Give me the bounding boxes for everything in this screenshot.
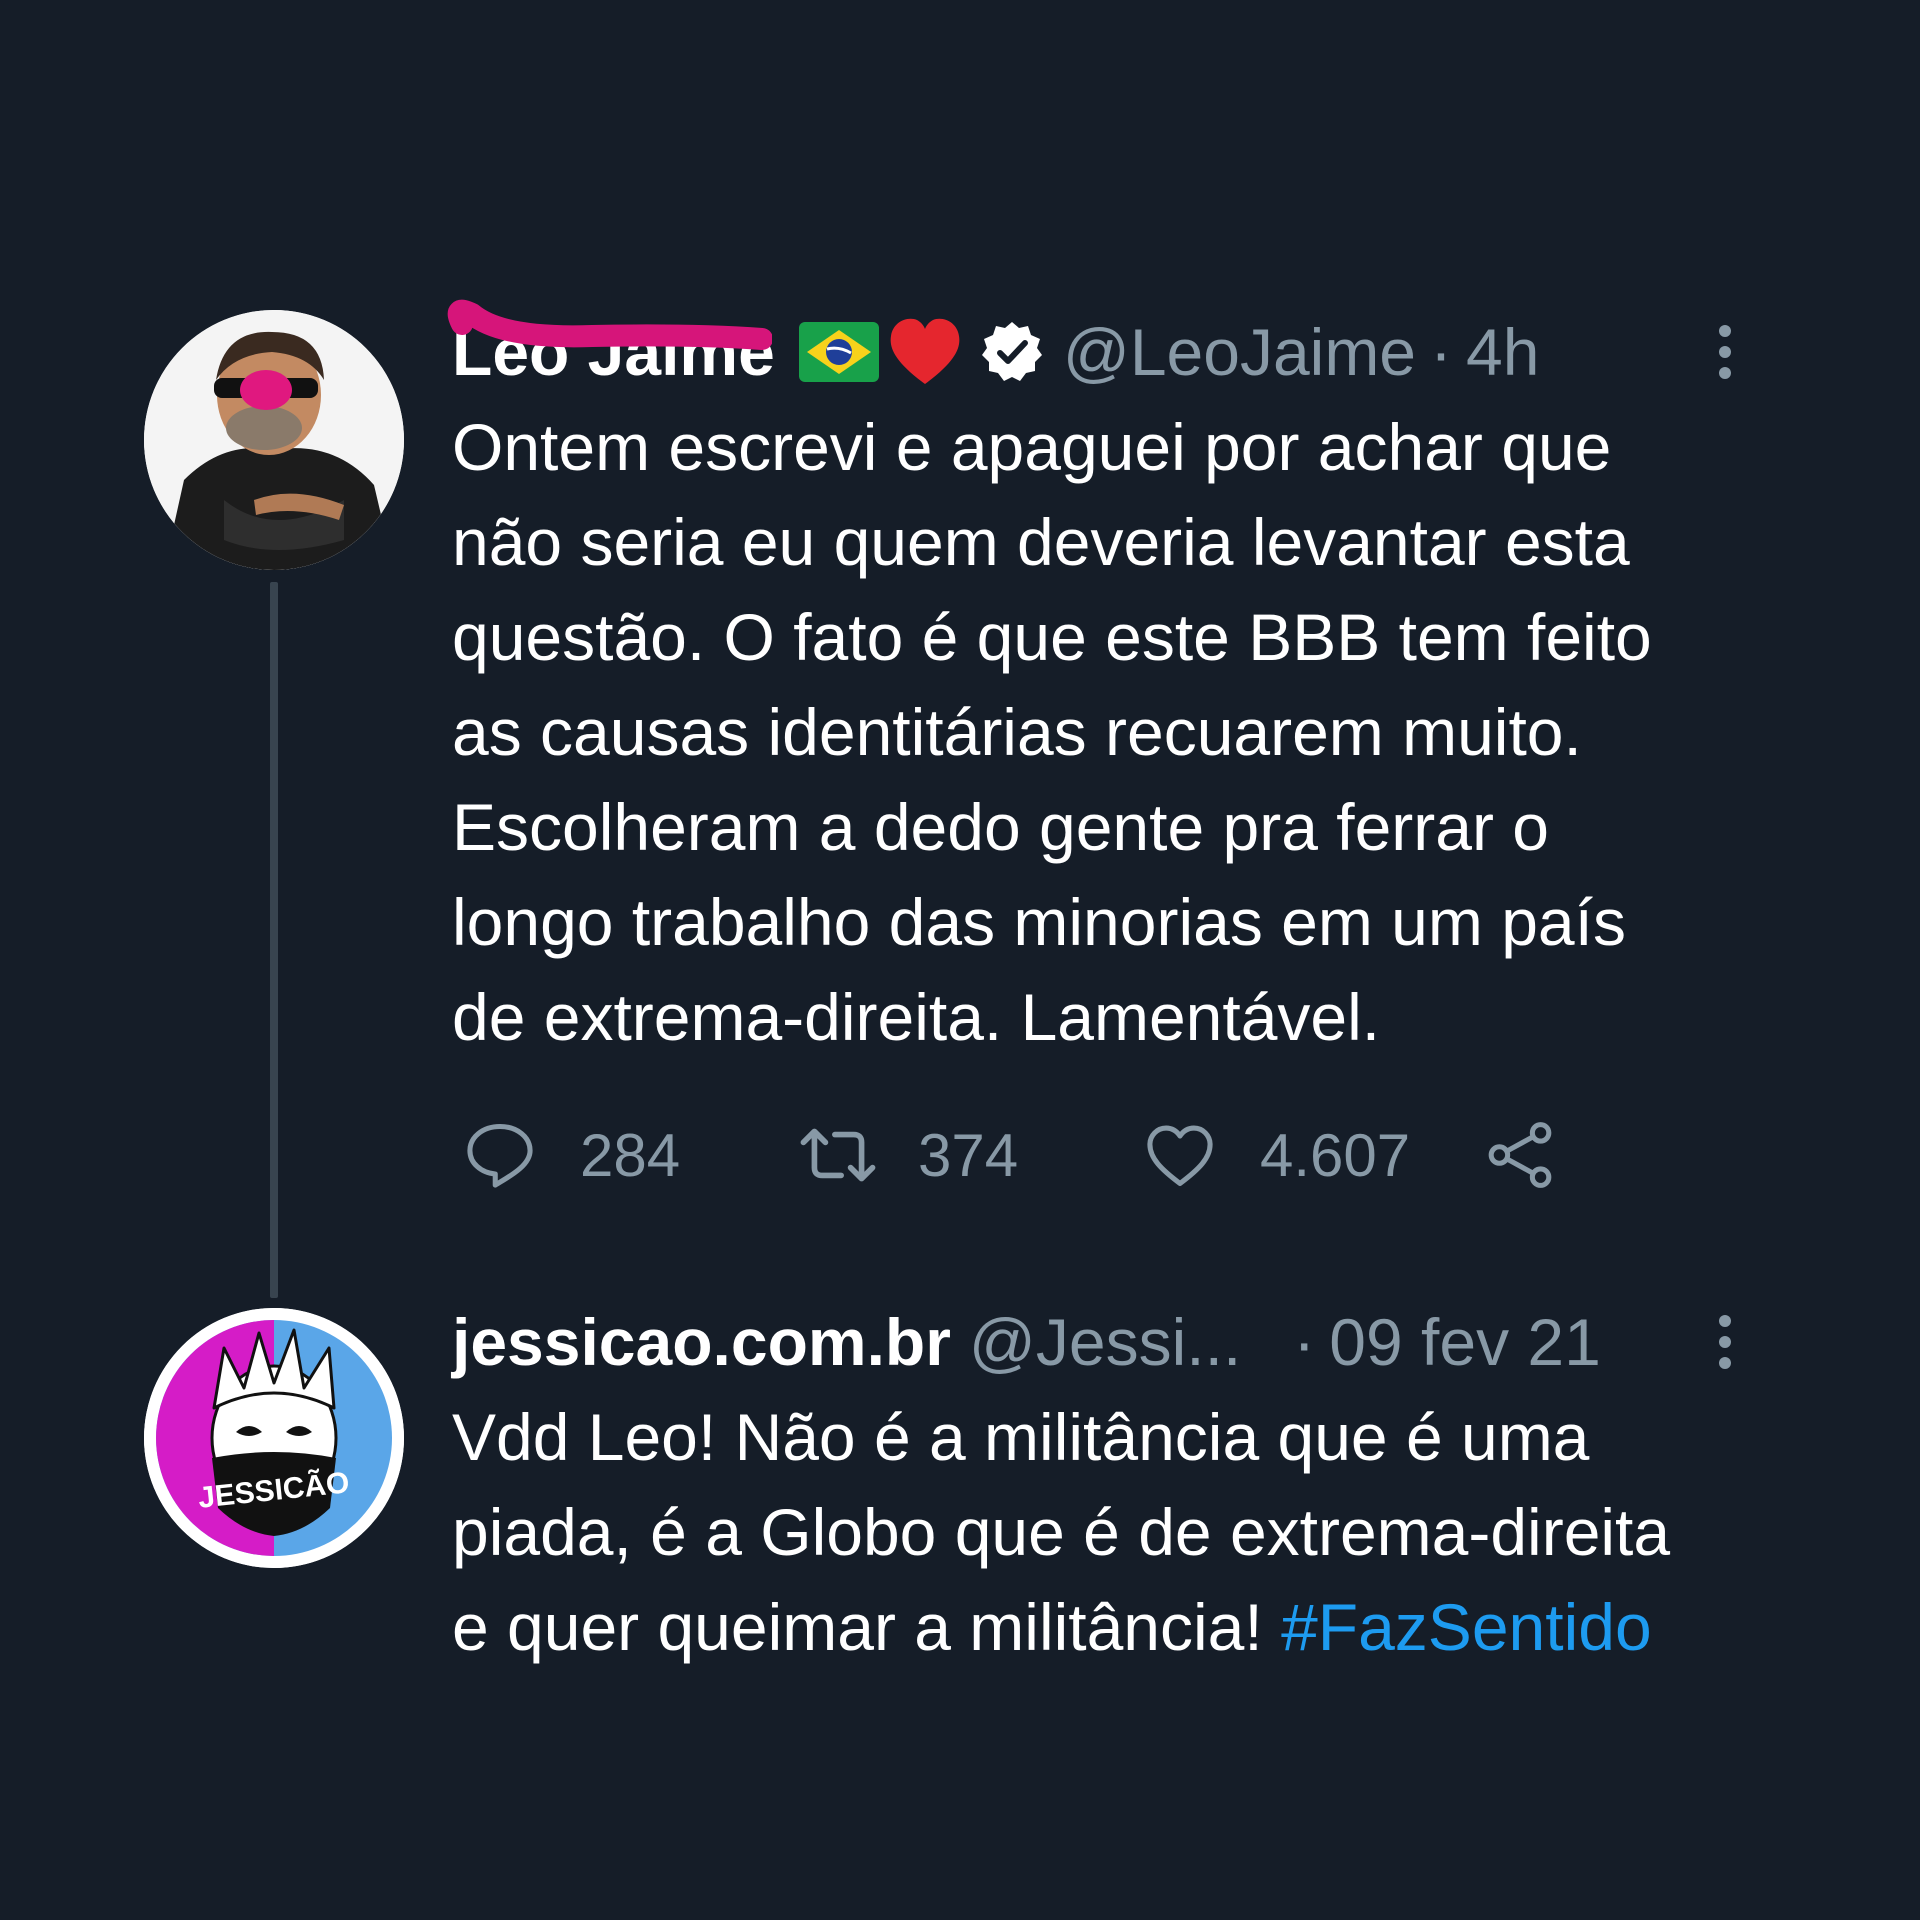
- retweet-count: 374: [918, 1121, 1019, 1189]
- tweet-body-line: as causas identitárias recuarem muito.: [452, 695, 1582, 769]
- like-icon: [1147, 1125, 1213, 1187]
- tweet-body-line: Escolheram a dedo gente pra ferrar o: [452, 790, 1549, 864]
- tweet-body-line: Vdd Leo! Não é a militância que é uma: [452, 1400, 1590, 1474]
- handle[interactable]: @LeoJaime: [1063, 314, 1416, 390]
- reply-icon: [467, 1123, 533, 1188]
- hashtag-link[interactable]: #FazSentido: [1281, 1590, 1652, 1664]
- verified-badge-icon: [981, 322, 1042, 381]
- display-name[interactable]: jessicao.com.br: [452, 1304, 951, 1380]
- share-button[interactable]: [1482, 1110, 1558, 1200]
- retweet-button[interactable]: 374: [794, 1110, 1018, 1200]
- reply-button[interactable]: 284: [462, 1110, 680, 1200]
- tweet-body-line: piada, é a Globo que é de extrema-direit…: [452, 1495, 1671, 1569]
- retweet-icon: [800, 1128, 876, 1182]
- tweet-actions: 284 374 4.607: [452, 1110, 1652, 1200]
- tweet-body-line: e quer queimar a militância! #FazSentido: [452, 1580, 1852, 1675]
- tweet-header: jessicao.com.br @Jessi... · 09 fev 21: [452, 1302, 1601, 1382]
- tweet-body-line: de extrema-direita. Lamentável.: [452, 980, 1381, 1054]
- avatar-jessicao[interactable]: JESSICÃO: [144, 1308, 404, 1568]
- avatar-leo-image: [144, 310, 404, 570]
- like-count: 4.607: [1260, 1121, 1411, 1189]
- separator-dot: ·: [1293, 1305, 1316, 1379]
- timestamp[interactable]: 09 fev 21: [1329, 1304, 1601, 1380]
- more-icon[interactable]: [1710, 312, 1740, 392]
- timestamp[interactable]: 4h: [1466, 314, 1539, 390]
- tweet-body-text: e quer queimar a militância!: [452, 1590, 1263, 1664]
- reply-count: 284: [580, 1121, 681, 1189]
- thread-connector-line: [270, 582, 278, 1298]
- tweet-body: Ontem escrevi e apaguei por achar que nã…: [452, 400, 1852, 1065]
- tweet-body-line: Ontem escrevi e apaguei por achar que: [452, 410, 1612, 484]
- display-name[interactable]: Leo Jaime: [447, 299, 775, 390]
- more-icon[interactable]: [1710, 1302, 1740, 1382]
- tweet-body-line: longo trabalho das minorias em um país: [452, 885, 1626, 959]
- red-heart-icon: [890, 318, 960, 384]
- like-button[interactable]: 4.607: [1140, 1110, 1410, 1200]
- avatar-leo[interactable]: [144, 310, 404, 570]
- tweet-body: Vdd Leo! Não é a militância que é uma pi…: [452, 1390, 1852, 1675]
- tweet-body-line: não seria eu quem deveria levantar esta: [452, 505, 1630, 579]
- handle[interactable]: @Jessi...: [969, 1304, 1241, 1380]
- separator-dot: ·: [1430, 315, 1452, 389]
- tweet-header: Leo Jaime @LeoJaime · 4h: [447, 299, 1539, 392]
- brazil-flag-icon: [798, 322, 879, 382]
- avatar-jessicao-image: JESSICÃO: [144, 1308, 404, 1568]
- share-icon: [1488, 1122, 1552, 1188]
- tweet-body-line: questão. O fato é que este BBB tem feito: [452, 600, 1652, 674]
